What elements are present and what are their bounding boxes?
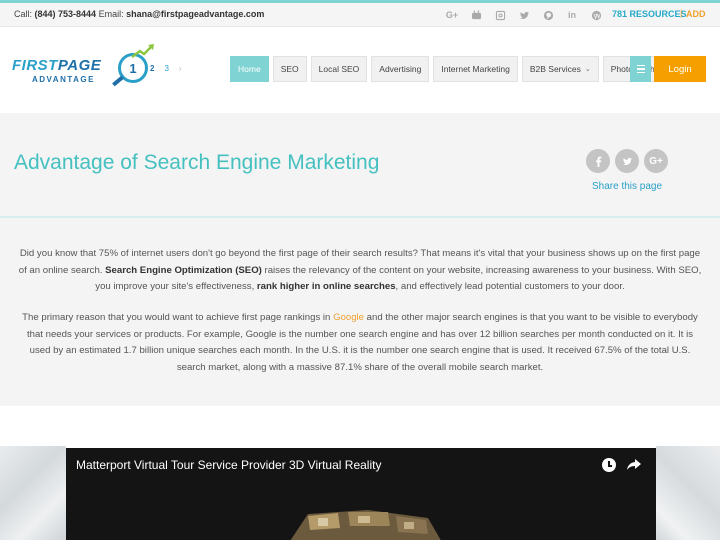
linkedin-icon[interactable]: in xyxy=(560,8,584,22)
phone-link[interactable]: (844) 753-8444 xyxy=(35,9,97,19)
wordpress-icon[interactable] xyxy=(584,8,608,22)
chevron-down-icon: ⌄ xyxy=(584,66,591,73)
nav-internet-marketing[interactable]: Internet Marketing xyxy=(433,56,518,82)
contact-call-label: Call: xyxy=(14,9,35,19)
main-nav: Home SEO Local SEO Advertising Internet … xyxy=(230,56,667,82)
logo-word-first: FIRST xyxy=(12,57,58,74)
reason-paragraph: The primary reason that you would want t… xyxy=(18,310,702,376)
menu-button[interactable] xyxy=(630,56,651,82)
intro-text-3: , and effectively lead potential custome… xyxy=(395,281,625,292)
top-bar: Call: (844) 753-8444 Email: shana@firstp… xyxy=(0,3,720,27)
pager-next-icon[interactable]: › xyxy=(179,64,182,73)
site-header: FIRSTPAGE ADVANTAGE 1 2 3 › Home SEO Loc… xyxy=(0,27,720,113)
contact-info: Call: (844) 753-8444 Email: shana@firstp… xyxy=(14,9,264,19)
share-label: Share this page xyxy=(592,181,663,192)
nav-internet-marketing-label: Internet Marketing xyxy=(441,64,510,74)
topbar-separator: | xyxy=(680,8,683,18)
3d-model-preview xyxy=(290,510,441,540)
nav-home-label: Home xyxy=(238,64,261,74)
site-logo[interactable]: FIRSTPAGE ADVANTAGE 1 xyxy=(12,44,162,95)
social-links: G+ in xyxy=(440,8,608,22)
logo-word-page: PAGE xyxy=(57,57,102,74)
twitter-icon[interactable] xyxy=(512,8,536,22)
intro-paragraph: Did you know that 75% of internet users … xyxy=(18,246,702,296)
pinterest-icon[interactable] xyxy=(536,8,560,22)
logo-word-advantage: ADVANTAGE xyxy=(32,75,95,84)
nav-seo-label: SEO xyxy=(280,64,299,74)
share-buttons: G+ xyxy=(586,149,668,173)
main-content: Did you know that 75% of internet users … xyxy=(0,218,720,406)
nav-local-seo[interactable]: Local SEO xyxy=(310,56,368,82)
slider-pager: 2 3 › xyxy=(150,64,182,73)
video-player[interactable]: Matterport Virtual Tour Service Provider… xyxy=(66,448,656,540)
nav-b2b-services[interactable]: B2B Services ⌄ xyxy=(521,56,599,82)
page-title-band: Advantage of Search Engine Marketing G+ … xyxy=(0,113,720,218)
nav-seo[interactable]: SEO xyxy=(272,56,307,82)
google-link[interactable]: Google xyxy=(333,312,364,323)
add-link[interactable]: ADD xyxy=(686,9,706,19)
video-section: Matterport Virtual Tour Service Provider… xyxy=(0,406,720,540)
page-title: Advantage of Search Engine Marketing xyxy=(14,151,380,174)
background-image-right xyxy=(656,446,720,540)
watch-later-icon[interactable] xyxy=(602,458,616,472)
resources-link[interactable]: 781 RESOURCES xyxy=(612,9,687,19)
instagram-icon[interactable] xyxy=(488,8,512,22)
contact-email-label: Email: xyxy=(96,9,127,19)
background-image-left xyxy=(0,446,66,540)
intro-bold-rank: rank higher in online searches xyxy=(256,281,396,292)
hamburger-icon xyxy=(636,64,645,75)
youtube-icon[interactable] xyxy=(464,8,488,22)
video-title[interactable]: Matterport Virtual Tour Service Provider… xyxy=(76,458,381,472)
nav-local-seo-label: Local SEO xyxy=(318,64,360,74)
email-link[interactable]: shana@firstpageadvantage.com xyxy=(126,9,264,19)
twitter-icon[interactable] xyxy=(615,149,639,173)
login-button[interactable]: Login xyxy=(654,56,706,82)
facebook-icon[interactable] xyxy=(586,149,610,173)
google-plus-icon[interactable]: G+ xyxy=(440,8,464,22)
nav-advertising-label: Advertising xyxy=(379,64,422,74)
pager-page-2[interactable]: 2 xyxy=(150,64,154,73)
logo-arrow-icon xyxy=(131,44,154,58)
nav-home[interactable]: Home xyxy=(230,56,269,82)
pager-page-3[interactable]: 3 xyxy=(164,64,168,73)
logo-number: 1 xyxy=(129,60,137,76)
reason-text-1: The primary reason that you would want t… xyxy=(22,312,334,323)
google-plus-icon[interactable]: G+ xyxy=(644,149,668,173)
share-icon[interactable] xyxy=(626,456,642,472)
logo-magnifier-handle xyxy=(112,75,124,87)
logo-wordmark: FIRSTPAGE xyxy=(12,57,101,74)
nav-advertising[interactable]: Advertising xyxy=(371,56,430,82)
nav-b2b-services-label: B2B Services xyxy=(529,64,581,74)
intro-bold-seo: Search Engine Optimization (SEO) xyxy=(105,264,262,276)
